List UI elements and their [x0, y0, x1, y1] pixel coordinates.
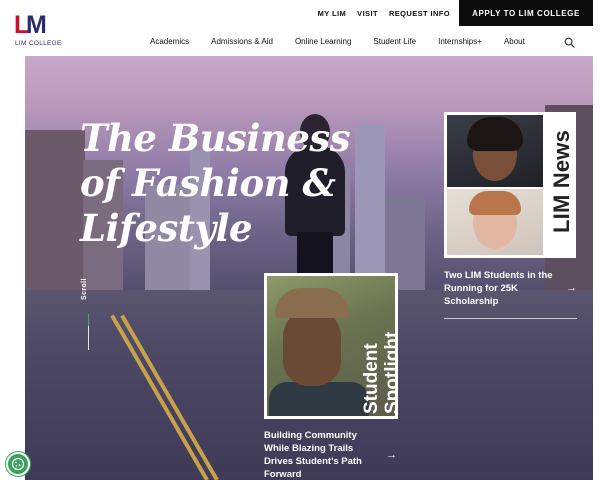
util-link-request-info[interactable]: REQUEST INFO: [389, 9, 450, 18]
apply-button[interactable]: APPLY TO LIM COLLEGE: [459, 0, 593, 26]
nav-online-learning[interactable]: Online Learning: [295, 37, 351, 46]
hair-shape: [469, 191, 521, 215]
news-headline-link[interactable]: Two LIM Students in the Running for 25K …: [444, 269, 556, 308]
spotlight-shirt-shape: [269, 382, 369, 416]
news-photo-student-2: [447, 189, 543, 255]
site-header: L M LIM COLLEGE MY LIM VISIT REQUEST INF…: [0, 0, 600, 56]
spotlight-label-line-2: Spotlight: [382, 331, 398, 414]
cookie-icon: [11, 457, 25, 471]
news-divider: [444, 318, 577, 319]
hero-title: The Business of Fashion & Lifestyle: [80, 116, 351, 250]
news-photo-student-1: [447, 115, 543, 187]
nav-academics[interactable]: Academics: [150, 37, 189, 46]
utility-nav: MY LIM VISIT REQUEST INFO: [318, 9, 450, 18]
scroll-label[interactable]: Scroll: [81, 278, 88, 300]
scroll-line-accent: [88, 314, 89, 326]
news-vertical-label: LIM News: [549, 129, 574, 233]
spotlight-label-line-1: Student: [361, 343, 382, 414]
spotlight-face-shape: [283, 308, 341, 386]
hero-banner: The Business of Fashion & Lifestyle Scro…: [25, 56, 593, 480]
cookie-settings-button[interactable]: [6, 452, 30, 476]
spotlight-vertical-label: Student Spotlight: [361, 331, 398, 414]
news-arrow-icon[interactable]: →: [566, 282, 577, 294]
nav-about[interactable]: About: [504, 37, 525, 46]
logo-letter-m: M: [26, 11, 47, 39]
news-photos: [447, 115, 543, 255]
nav-internships[interactable]: Internships+: [438, 37, 482, 46]
nav-student-life[interactable]: Student Life: [373, 37, 416, 46]
hair-shape: [467, 117, 523, 151]
nav-admissions-aid[interactable]: Admissions & Aid: [211, 37, 273, 46]
util-link-my-lim[interactable]: MY LIM: [318, 9, 347, 18]
spotlight-hat-shape: [275, 288, 349, 318]
logo-mark: L M: [14, 11, 58, 39]
spotlight-arrow-icon[interactable]: →: [386, 449, 397, 461]
lim-college-logo[interactable]: L M LIM COLLEGE: [14, 11, 61, 50]
main-nav: Academics Admissions & Aid Online Learni…: [150, 37, 525, 46]
news-card[interactable]: LIM News: [444, 112, 576, 258]
spotlight-headline-link[interactable]: Building Community While Blazing Trails …: [264, 429, 364, 480]
search-icon[interactable]: [564, 37, 575, 48]
student-spotlight-card[interactable]: Student Spotlight: [264, 273, 398, 419]
building-shape: [25, 130, 85, 305]
logo-subtitle: LIM COLLEGE: [15, 40, 62, 47]
util-link-visit[interactable]: VISIT: [357, 9, 378, 18]
